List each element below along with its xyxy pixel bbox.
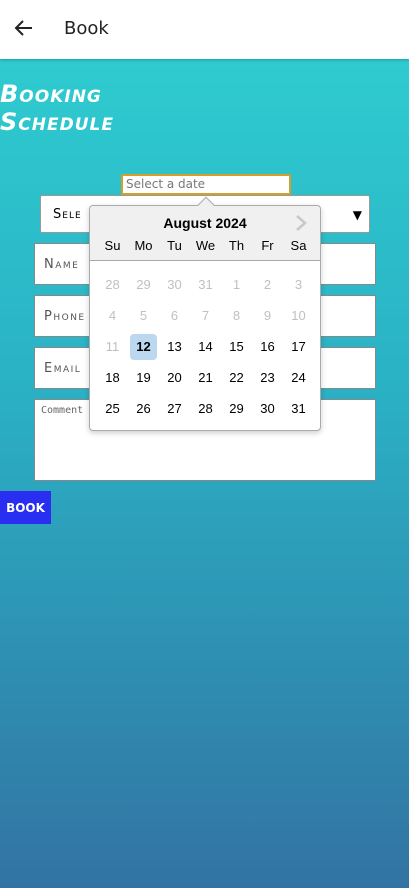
weekday-label: We [195, 238, 216, 253]
calendar-day-selected[interactable]: 12 [130, 333, 157, 360]
calendar-day[interactable]: 10 [285, 303, 312, 329]
calendar-week-row: 25 26 27 28 29 30 31 [97, 393, 315, 424]
date-input-placeholder: Select a date [126, 177, 206, 191]
calendar-day[interactable]: 3 [285, 272, 312, 298]
calendar-day[interactable]: 7 [192, 303, 219, 329]
calendar-day[interactable]: 8 [223, 303, 250, 329]
calendar-day[interactable]: 24 [285, 365, 312, 391]
calendar-day[interactable]: 28 [99, 272, 126, 298]
calendar-day[interactable]: 19 [130, 365, 157, 391]
calendar-day[interactable]: 30 [161, 272, 188, 298]
calendar-day[interactable]: 25 [99, 396, 126, 422]
page-title-line2: Schedule [0, 108, 114, 136]
calendar-day[interactable]: 31 [285, 396, 312, 422]
weekday-label: Th [228, 238, 245, 253]
calendar-week-row: 11 12 13 14 15 16 17 [97, 331, 315, 362]
calendar-day[interactable]: 28 [192, 396, 219, 422]
calendar-day[interactable]: 11 [99, 334, 126, 360]
calendar-day[interactable]: 29 [223, 396, 250, 422]
calendar-grid: 28 29 30 31 1 2 3 4 5 6 7 8 9 10 11 12 13 14 15 16 17 18 19 20 2… [97, 269, 315, 424]
datepicker-header: August 2024 Su Mo Tu We Th Fr Sa [90, 206, 320, 261]
calendar-day[interactable]: 4 [99, 303, 126, 329]
weekday-label: Su [104, 238, 121, 253]
next-month-button[interactable] [294, 214, 310, 232]
calendar-day[interactable]: 30 [254, 396, 281, 422]
weekday-label: Sa [290, 238, 307, 253]
email-placeholder: Email [44, 361, 82, 376]
calendar-day[interactable]: 13 [161, 334, 188, 360]
calendar-day[interactable]: 9 [254, 303, 281, 329]
chevron-right-icon [296, 215, 307, 231]
datepicker-popup: August 2024 Su Mo Tu We Th Fr Sa 28 29 30 31 1 2 3 4 5… [89, 196, 321, 431]
phone-placeholder: Phone [44, 309, 86, 324]
calendar-day[interactable]: 31 [192, 272, 219, 298]
page-title: Booking Schedule [0, 80, 220, 136]
calendar-day[interactable]: 26 [130, 396, 157, 422]
weekday-label: Mo [134, 238, 153, 253]
calendar-week-row: 4 5 6 7 8 9 10 [97, 300, 315, 331]
weekday-label: Tu [167, 238, 182, 253]
calendar-day[interactable]: 23 [254, 365, 281, 391]
book-button[interactable]: BOOK [0, 491, 51, 524]
app-bar: Book [0, 0, 409, 59]
calendar-day[interactable]: 21 [192, 365, 219, 391]
calendar-week-row: 18 19 20 21 22 23 24 [97, 362, 315, 393]
calendar-day[interactable]: 1 [223, 272, 250, 298]
calendar-day[interactable]: 20 [161, 365, 188, 391]
calendar-day[interactable]: 5 [130, 303, 157, 329]
page-title-line1: Booking [0, 80, 102, 108]
name-placeholder: Name [44, 257, 80, 272]
calendar-day[interactable]: 2 [254, 272, 281, 298]
calendar-day[interactable]: 15 [223, 334, 250, 360]
back-button[interactable] [12, 16, 36, 40]
calendar-day[interactable]: 17 [285, 334, 312, 360]
arrow-left-icon [14, 20, 32, 36]
calendar-day[interactable]: 16 [254, 334, 281, 360]
calendar-day[interactable]: 22 [223, 365, 250, 391]
weekday-row: Su Mo Tu We Th Fr Sa [97, 238, 315, 253]
weekday-label: Fr [261, 238, 274, 253]
comment-placeholder: Comment [41, 405, 84, 416]
chevron-down-icon: ▼ [352, 208, 363, 222]
calendar-day[interactable]: 29 [130, 272, 157, 298]
date-input[interactable]: Select a date [121, 174, 291, 195]
service-select-value: Sele [53, 207, 82, 222]
calendar-day[interactable]: 27 [161, 396, 188, 422]
calendar-week-row: 28 29 30 31 1 2 3 [97, 269, 315, 300]
app-bar-title: Book [64, 18, 109, 39]
calendar-day[interactable]: 18 [99, 365, 126, 391]
calendar-day[interactable]: 6 [161, 303, 188, 329]
calendar-day[interactable]: 14 [192, 334, 219, 360]
month-label: August 2024 [163, 215, 247, 231]
